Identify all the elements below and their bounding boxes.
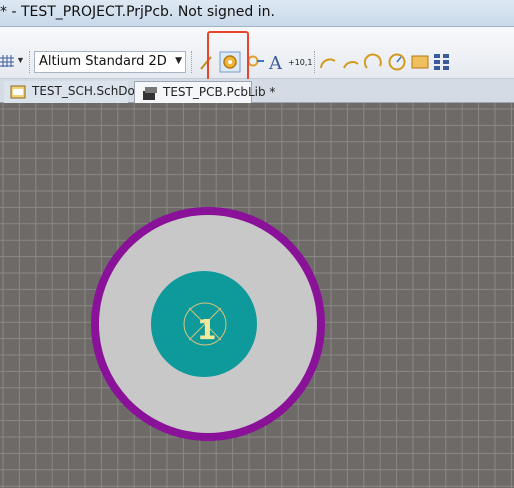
highlight-annotation-box bbox=[207, 31, 249, 83]
schematic-doc-icon bbox=[10, 85, 26, 99]
toolbar-separator bbox=[191, 51, 193, 73]
text-icon[interactable]: A bbox=[267, 51, 285, 73]
pcb-library-icon bbox=[143, 87, 157, 100]
grid-icon[interactable] bbox=[0, 52, 14, 70]
pcb-editor-canvas[interactable]: 1 bbox=[0, 103, 514, 488]
toolbar-separator bbox=[29, 51, 31, 73]
array-paste-icon[interactable] bbox=[432, 52, 452, 72]
pad-designator: 1 bbox=[197, 313, 216, 346]
chevron-down-icon: ▼ bbox=[175, 56, 182, 66]
tab-test-sch[interactable]: TEST_SCH.SchDoc * bbox=[4, 81, 151, 103]
view-mode-select[interactable]: Altium Standard 2D ▼ bbox=[34, 51, 186, 73]
full-circle-icon[interactable] bbox=[387, 52, 407, 72]
svg-text:+10,10: +10,10 bbox=[288, 58, 312, 67]
tab-label: TEST_PCB.PcbLib * bbox=[163, 85, 276, 99]
view-mode-value: Altium Standard 2D bbox=[39, 54, 167, 69]
tab-test-pcb[interactable]: TEST_PCB.PcbLib * bbox=[134, 81, 275, 103]
title-bar: * - TEST_PROJECT.PrjPcb. Not signed in. bbox=[0, 0, 514, 27]
toolbar-separator bbox=[314, 51, 316, 73]
arc-any-angle-icon[interactable] bbox=[364, 52, 384, 72]
arc-center-icon[interactable] bbox=[318, 52, 338, 72]
svg-text:A: A bbox=[268, 53, 283, 73]
fill-icon[interactable] bbox=[410, 53, 430, 71]
coordinate-icon[interactable]: +10,10 bbox=[288, 53, 312, 71]
document-tab-bar: TEST_SCH.SchDoc * TEST_PCB.PcbLib * bbox=[0, 79, 514, 103]
grid-dropdown-icon[interactable]: ▼ bbox=[16, 55, 26, 65]
via-icon[interactable] bbox=[247, 52, 265, 72]
window-title: * - TEST_PROJECT.PrjPcb. Not signed in. bbox=[0, 4, 275, 20]
arc-edge-icon[interactable] bbox=[341, 52, 361, 72]
toolbar: ▼ Altium Standard 2D ▼ A +10,10 bbox=[0, 27, 514, 79]
